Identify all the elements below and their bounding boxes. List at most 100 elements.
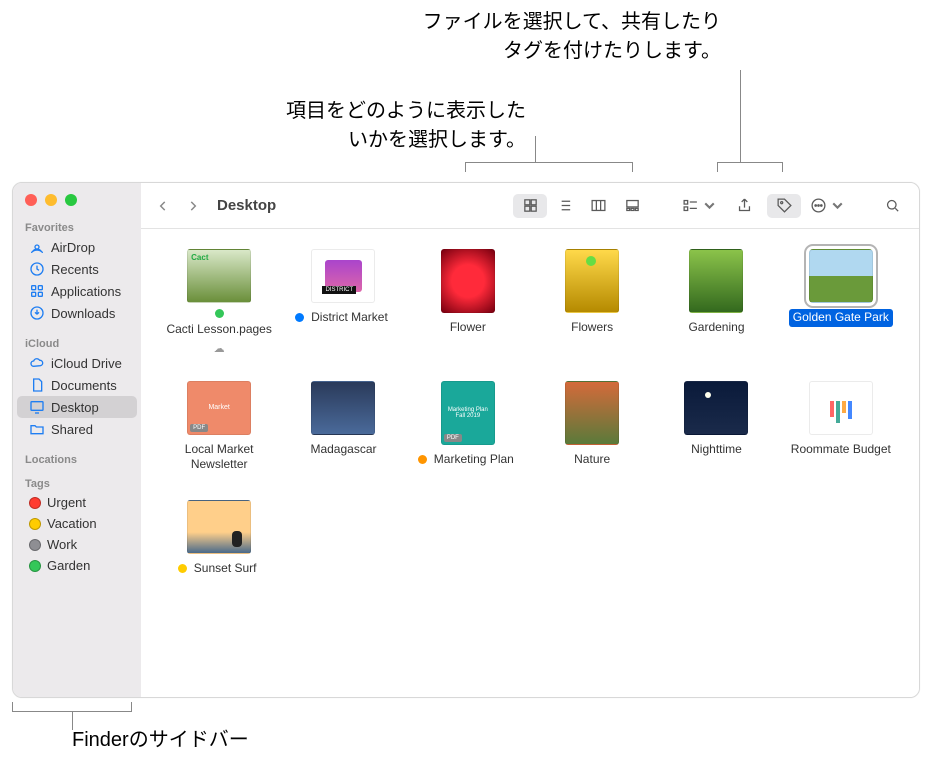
tag-icon bbox=[776, 197, 793, 214]
close-button[interactable] bbox=[25, 194, 37, 206]
chevron-right-icon bbox=[186, 199, 200, 213]
maximize-button[interactable] bbox=[65, 194, 77, 206]
cloud-icon bbox=[29, 355, 45, 371]
main-area: Desktop bbox=[141, 183, 919, 697]
sidebar-item-label: Desktop bbox=[51, 400, 99, 415]
sidebar-item-documents[interactable]: Documents bbox=[17, 374, 137, 396]
annotation-view-select: 項目をどのように表示した いかを選択します。 bbox=[286, 97, 526, 155]
group-icon bbox=[682, 197, 699, 214]
callout-bracket bbox=[12, 702, 132, 712]
sidebar-tag-work[interactable]: Work bbox=[17, 534, 137, 555]
back-button[interactable] bbox=[151, 195, 175, 217]
file-item[interactable]: Flower bbox=[410, 249, 526, 355]
sidebar-item-downloads[interactable]: Downloads bbox=[17, 302, 137, 324]
chevron-left-icon bbox=[156, 199, 170, 213]
view-list-button[interactable] bbox=[547, 194, 581, 218]
chevron-down-icon bbox=[829, 197, 846, 214]
file-item[interactable]: Sunset Surf bbox=[161, 500, 277, 578]
file-label-row: District Market bbox=[295, 309, 392, 327]
share-icon bbox=[736, 197, 753, 214]
file-label-row: Flower bbox=[446, 319, 490, 337]
file-label: Madagascar bbox=[306, 441, 380, 459]
tag-dot-icon bbox=[295, 313, 304, 322]
file-item[interactable]: Nature bbox=[534, 381, 650, 474]
tag-dot-icon bbox=[29, 560, 41, 572]
clock-icon bbox=[29, 261, 45, 277]
toolbar: Desktop bbox=[141, 183, 919, 229]
file-item[interactable]: DISTRICT District Market bbox=[285, 249, 401, 355]
tag-dot-icon bbox=[215, 309, 224, 318]
sidebar-item-label: Documents bbox=[51, 378, 117, 393]
sidebar-item-label: iCloud Drive bbox=[51, 356, 122, 371]
sidebar-item-label: Work bbox=[47, 537, 77, 552]
file-item[interactable]: Marketing PlanFall 2019PDF Marketing Plan bbox=[410, 381, 526, 474]
file-label: Cacti Lesson.pages bbox=[162, 321, 275, 339]
sidebar-item-label: Recents bbox=[51, 262, 99, 277]
file-label: Local Market Newsletter bbox=[161, 441, 277, 474]
tags-button[interactable] bbox=[767, 194, 801, 218]
file-thumbnail: Cact bbox=[187, 249, 251, 303]
file-label: Flowers bbox=[567, 319, 617, 337]
window-title: Desktop bbox=[211, 197, 286, 214]
file-label: Roommate Budget bbox=[787, 441, 895, 459]
sidebar-item-shared[interactable]: Shared bbox=[17, 418, 137, 440]
file-label-row: Flowers bbox=[567, 319, 617, 337]
file-label-row: Cacti Lesson.pages☁︎ bbox=[161, 309, 277, 355]
sidebar-item-applications[interactable]: Applications bbox=[17, 280, 137, 302]
file-item[interactable]: Golden Gate Park bbox=[783, 249, 899, 355]
file-item[interactable]: Nighttime bbox=[658, 381, 774, 474]
more-button[interactable] bbox=[807, 194, 849, 218]
file-thumbnail bbox=[441, 249, 495, 313]
sidebar-tag-garden[interactable]: Garden bbox=[17, 555, 137, 576]
file-label: Golden Gate Park bbox=[789, 309, 893, 327]
sidebar-tag-urgent[interactable]: Urgent bbox=[17, 492, 137, 513]
file-item[interactable]: Flowers bbox=[534, 249, 650, 355]
annotation-share-tag: ファイルを選択して、共有したり タグを付けたりします。 bbox=[423, 8, 721, 66]
file-thumbnail: MarketPDF bbox=[187, 381, 251, 435]
ellipsis-circle-icon bbox=[810, 197, 827, 214]
sidebar-item-label: Shared bbox=[51, 422, 93, 437]
file-thumbnail bbox=[565, 249, 619, 313]
search-icon bbox=[884, 197, 901, 214]
list-icon bbox=[556, 197, 573, 214]
view-column-button[interactable] bbox=[581, 194, 615, 218]
callout-bracket bbox=[717, 162, 783, 172]
sidebar-item-airdrop[interactable]: AirDrop bbox=[17, 236, 137, 258]
sidebar-item-label: Applications bbox=[51, 284, 121, 299]
sidebar-item-desktop[interactable]: Desktop bbox=[17, 396, 137, 418]
search-button[interactable] bbox=[875, 194, 909, 218]
tag-dot-icon bbox=[29, 497, 41, 509]
group-button[interactable] bbox=[679, 194, 721, 218]
sidebar-section-icloud: iCloud bbox=[13, 334, 141, 352]
sidebar-item-icloud-drive[interactable]: iCloud Drive bbox=[17, 352, 137, 374]
file-label-row: Marketing Plan bbox=[418, 451, 518, 469]
view-icon-button[interactable] bbox=[513, 194, 547, 218]
minimize-button[interactable] bbox=[45, 194, 57, 206]
sidebar-item-label: Urgent bbox=[47, 495, 86, 510]
file-item[interactable]: Roommate Budget bbox=[783, 381, 899, 474]
file-thumbnail bbox=[311, 381, 375, 435]
sidebar-section-favorites: Favorites bbox=[13, 218, 141, 236]
file-label-row: Roommate Budget bbox=[787, 441, 895, 459]
file-item[interactable]: Madagascar bbox=[285, 381, 401, 474]
share-button[interactable] bbox=[727, 194, 761, 218]
file-thumbnail: Marketing PlanFall 2019PDF bbox=[441, 381, 495, 445]
file-item[interactable]: Gardening bbox=[658, 249, 774, 355]
sidebar-tag-vacation[interactable]: Vacation bbox=[17, 513, 137, 534]
file-label-row: Madagascar bbox=[306, 441, 380, 459]
grid-icon bbox=[522, 197, 539, 214]
file-thumbnail: DISTRICT bbox=[311, 249, 375, 303]
file-thumbnail bbox=[684, 381, 748, 435]
file-label: District Market bbox=[307, 309, 392, 327]
file-item[interactable]: MarketPDF Local Market Newsletter bbox=[161, 381, 277, 474]
window-controls bbox=[13, 191, 141, 218]
view-gallery-button[interactable] bbox=[615, 194, 649, 218]
sidebar-item-recents[interactable]: Recents bbox=[17, 258, 137, 280]
file-item[interactable]: Cact Cacti Lesson.pages☁︎ bbox=[161, 249, 277, 355]
sidebar: Favorites AirDrop Recents Applications D… bbox=[13, 183, 141, 697]
forward-button[interactable] bbox=[181, 195, 205, 217]
view-mode-segmented bbox=[513, 194, 649, 218]
sidebar-item-label: Garden bbox=[47, 558, 90, 573]
file-thumbnail bbox=[809, 381, 873, 435]
desktop-icon bbox=[29, 399, 45, 415]
